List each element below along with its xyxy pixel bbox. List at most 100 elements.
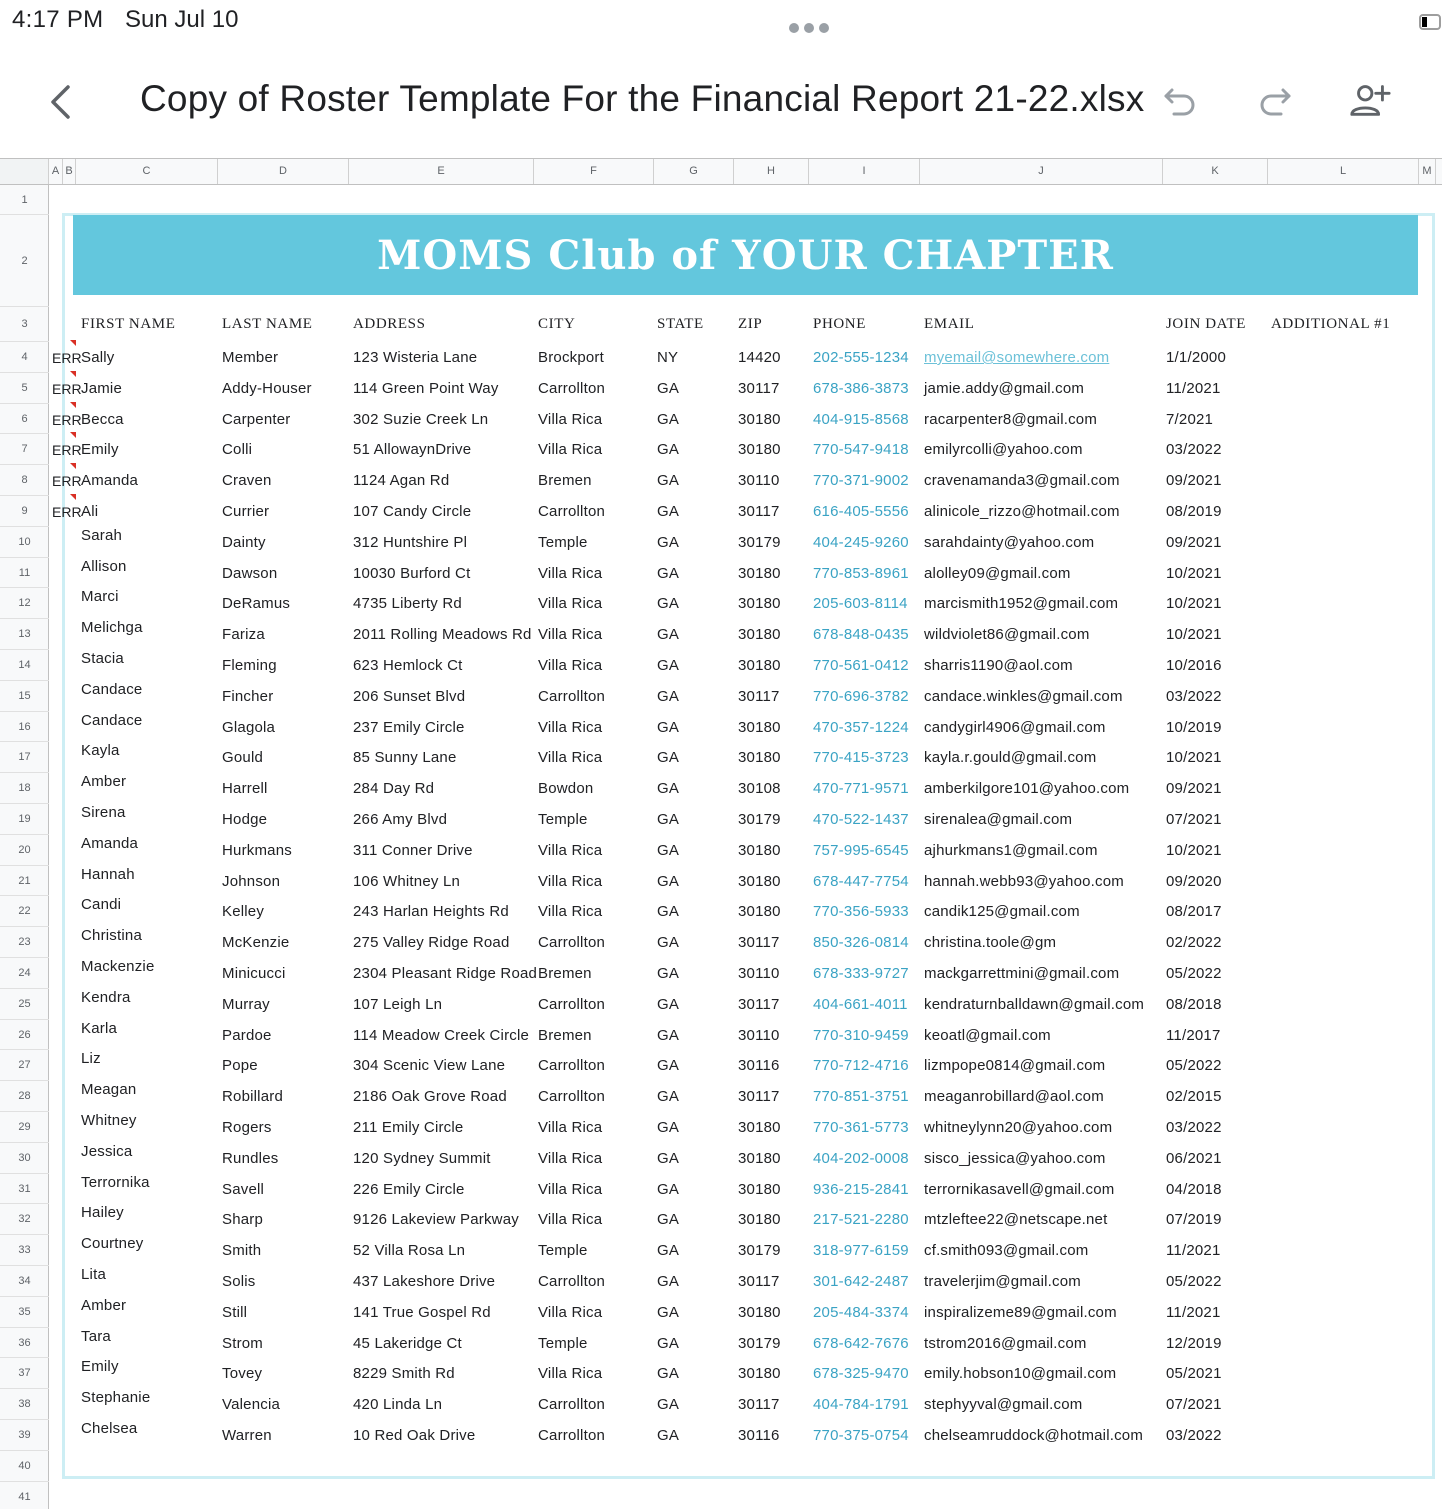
cell-address[interactable]: 85 Sunny Lane	[353, 749, 457, 766]
cell-email[interactable]: meaganrobillard@aol.com	[924, 1088, 1104, 1105]
cell-zip[interactable]: 30117	[738, 688, 780, 705]
cell-address[interactable]: 284 Day Rd	[353, 780, 434, 797]
cell-address[interactable]: 266 Amy Blvd	[353, 811, 447, 828]
column-header-g[interactable]: G	[654, 159, 734, 184]
cell-state[interactable]: GA	[657, 688, 679, 705]
cell-email[interactable]: inspiralizeme89@gmail.com	[924, 1304, 1117, 1321]
cell-email[interactable]: stephyyval@gmail.com	[924, 1396, 1082, 1413]
cell-join-date[interactable]: 04/2018	[1166, 1181, 1222, 1198]
cell-last-name[interactable]: Tovey	[222, 1365, 262, 1382]
cell-last-name[interactable]: Dainty	[222, 534, 266, 551]
error-indicator[interactable]: ERR	[52, 473, 82, 489]
cell-state[interactable]: GA	[657, 1304, 679, 1321]
row-header[interactable]: 1	[0, 185, 49, 215]
row-header[interactable]: 7	[0, 434, 49, 466]
cell-phone[interactable]: 770-712-4716	[813, 1057, 909, 1074]
cell-city[interactable]: Villa Rica	[538, 1181, 602, 1198]
cell-email[interactable]: sirenalea@gmail.com	[924, 811, 1072, 828]
cell-phone[interactable]: 770-310-9459	[813, 1027, 909, 1044]
cell-last-name[interactable]: Pardoe	[222, 1027, 272, 1044]
cell-join-date[interactable]: 11/2021	[1166, 380, 1221, 397]
cell-city[interactable]: Temple	[538, 1242, 588, 1259]
cell-join-date[interactable]: 03/2022	[1166, 441, 1222, 458]
cell-address[interactable]: 10 Red Oak Drive	[353, 1427, 475, 1444]
cell-join-date[interactable]: 09/2021	[1166, 780, 1222, 797]
cell-phone[interactable]: 678-386-3873	[813, 380, 909, 397]
cell-phone[interactable]: 770-851-3751	[813, 1088, 909, 1105]
cell-zip[interactable]: 30180	[738, 595, 781, 612]
cell-first-name[interactable]: Emily	[81, 1358, 119, 1375]
cell-email[interactable]: hannah.webb93@yahoo.com	[924, 873, 1124, 890]
cell-last-name[interactable]: Warren	[222, 1427, 272, 1444]
row-header[interactable]: 41	[0, 1482, 49, 1509]
row-header[interactable]: 28	[0, 1081, 49, 1112]
cell-last-name[interactable]: Kelley	[222, 903, 264, 920]
cell-last-name[interactable]: Valencia	[222, 1396, 280, 1413]
cell-address[interactable]: 243 Harlan Heights Rd	[353, 903, 509, 920]
cell-first-name[interactable]: Christina	[81, 927, 142, 944]
header-address[interactable]: ADDRESS	[353, 316, 426, 333]
cell-state[interactable]: GA	[657, 626, 679, 643]
cell-zip[interactable]: 30180	[738, 565, 781, 582]
cell-city[interactable]: Villa Rica	[538, 626, 602, 643]
cell-last-name[interactable]: Strom	[222, 1335, 263, 1352]
cell-first-name[interactable]: Karla	[81, 1020, 117, 1037]
cell-last-name[interactable]: Johnson	[222, 873, 280, 890]
cell-address[interactable]: 120 Sydney Summit	[353, 1150, 491, 1167]
cell-phone[interactable]: 470-771-9571	[813, 780, 909, 797]
cell-email[interactable]: alolley09@gmail.com	[924, 565, 1071, 582]
cell-first-name[interactable]: Becca	[81, 411, 124, 428]
cell-address[interactable]: 114 Green Point Way	[353, 380, 499, 397]
cell-join-date[interactable]: 05/2022	[1166, 1273, 1222, 1290]
cell-last-name[interactable]: Rundles	[222, 1150, 278, 1167]
row-header[interactable]: 33	[0, 1235, 49, 1266]
cell-join-date[interactable]: 10/2019	[1166, 719, 1222, 736]
cell-phone[interactable]: 678-848-0435	[813, 626, 909, 643]
cell-address[interactable]: 623 Hemlock Ct	[353, 657, 463, 674]
cell-first-name[interactable]: Amanda	[81, 835, 138, 852]
cell-email[interactable]: jamie.addy@gmail.com	[924, 380, 1084, 397]
row-header[interactable]: 31	[0, 1174, 49, 1205]
cell-email[interactable]: kendraturnballdawn@gmail.com	[924, 996, 1144, 1013]
cell-state[interactable]: GA	[657, 842, 679, 859]
cell-email[interactable]: alinicole_rizzo@hotmail.com	[924, 503, 1120, 520]
cell-join-date[interactable]: 09/2020	[1166, 873, 1222, 890]
cell-phone[interactable]: 770-415-3723	[813, 749, 909, 766]
cell-first-name[interactable]: Marci	[81, 588, 119, 605]
row-header[interactable]: 11	[0, 558, 49, 589]
cell-state[interactable]: GA	[657, 811, 679, 828]
cell-address[interactable]: 114 Meadow Creek Circle	[353, 1027, 529, 1044]
redo-button[interactable]	[1253, 78, 1297, 122]
cell-first-name[interactable]: Terrornika	[81, 1174, 150, 1191]
cell-address[interactable]: 2186 Oak Grove Road	[353, 1088, 507, 1105]
header-additional-1[interactable]: ADDITIONAL #1	[1271, 316, 1390, 333]
cell-email[interactable]: terrornikasavell@gmail.com	[924, 1181, 1114, 1198]
cell-email[interactable]: racarpenter8@gmail.com	[924, 411, 1097, 428]
cell-city[interactable]: Bremen	[538, 965, 592, 982]
cell-address[interactable]: 237 Emily Circle	[353, 719, 465, 736]
cell-zip[interactable]: 30117	[738, 380, 780, 397]
cell-address[interactable]: 311 Conner Drive	[353, 842, 473, 859]
cell-last-name[interactable]: Rogers	[222, 1119, 272, 1136]
cell-join-date[interactable]: 06/2021	[1166, 1150, 1222, 1167]
undo-button[interactable]	[1158, 78, 1202, 122]
cell-zip[interactable]: 14420	[738, 349, 781, 366]
cell-zip[interactable]: 30117	[738, 996, 780, 1013]
cell-city[interactable]: Villa Rica	[538, 842, 602, 859]
row-header[interactable]: 19	[0, 804, 49, 835]
error-indicator[interactable]: ERR	[52, 350, 82, 366]
cell-email[interactable]: whitneylynn20@yahoo.com	[924, 1119, 1112, 1136]
cell-state[interactable]: GA	[657, 472, 679, 489]
cell-first-name[interactable]: Allison	[81, 558, 127, 575]
cell-zip[interactable]: 30117	[738, 1088, 780, 1105]
cell-join-date[interactable]: 07/2021	[1166, 1396, 1222, 1413]
cell-join-date[interactable]: 1/1/2000	[1166, 349, 1226, 366]
row-header[interactable]: 14	[0, 650, 49, 681]
cell-zip[interactable]: 30117	[738, 1396, 780, 1413]
cell-last-name[interactable]: Member	[222, 349, 278, 366]
cell-last-name[interactable]: Still	[222, 1304, 247, 1321]
cell-phone[interactable]: 850-326-0814	[813, 934, 909, 951]
cell-state[interactable]: GA	[657, 595, 679, 612]
cell-join-date[interactable]: 10/2021	[1166, 842, 1222, 859]
cell-email[interactable]: marcismith1952@gmail.com	[924, 595, 1118, 612]
